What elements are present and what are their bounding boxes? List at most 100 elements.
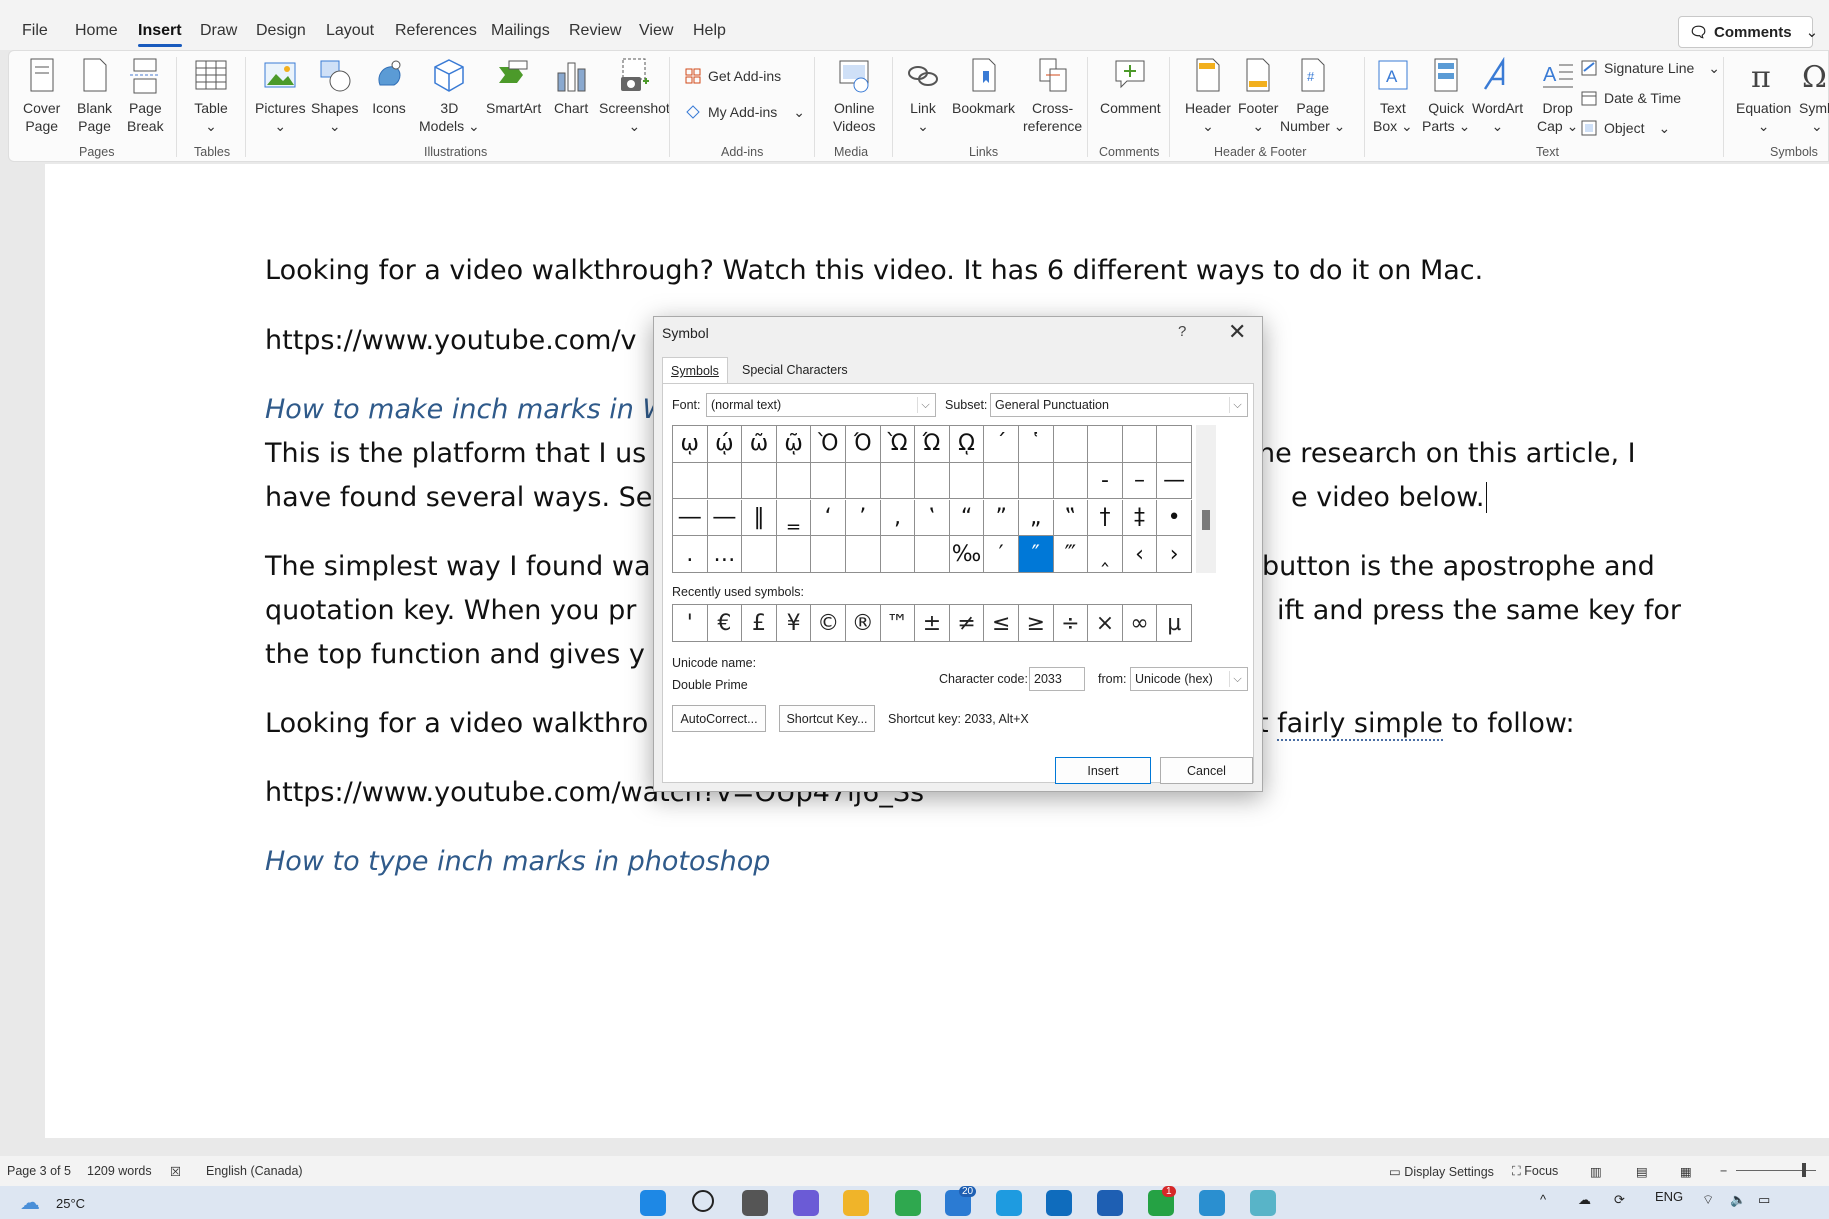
symbol-cell[interactable]: ― [707, 499, 743, 537]
page-number-button[interactable]: # Page Number ⌄ [1280, 57, 1345, 135]
comment-button[interactable]: Comment [1100, 57, 1161, 117]
wifi-icon[interactable]: ⌔ [1702, 1192, 1714, 1208]
language-indicator[interactable]: English (Canada) [206, 1164, 303, 1178]
store-icon[interactable]: 20 [945, 1186, 977, 1216]
tab-design[interactable]: Design [256, 22, 306, 40]
3d-models-button[interactable]: 3D Models ⌄ [419, 57, 480, 135]
subset-select[interactable]: General Punctuation ⌵ [990, 393, 1248, 417]
proofing-icon[interactable]: ☒ [170, 1164, 181, 1179]
symbol-cell[interactable] [915, 462, 950, 500]
zoom-slider-thumb[interactable] [1802, 1163, 1806, 1177]
symbol-cell[interactable] [846, 536, 881, 573]
symbol-cell[interactable]: „ [1019, 499, 1054, 537]
symbol-cell[interactable] [707, 462, 743, 500]
file-explorer-icon[interactable] [843, 1190, 869, 1216]
symbol-cell[interactable]: ‴ [1053, 536, 1089, 573]
symbol-cell[interactable]: ‘ [811, 499, 846, 537]
symbol-cell[interactable]: ‟ [1053, 499, 1089, 537]
quick-parts-button[interactable]: Quick Parts ⌄ [1422, 57, 1470, 135]
symbol-cell[interactable] [811, 462, 846, 500]
insert-button[interactable]: Insert [1055, 757, 1151, 784]
recent-symbol-cell[interactable]: × [1088, 605, 1123, 642]
symbol-cell[interactable]: ‗ [776, 499, 812, 537]
close-icon[interactable]: ✕ [1228, 319, 1246, 345]
symbol-cell[interactable]: ῼ [949, 426, 985, 463]
character-code-input[interactable]: 2033 [1029, 667, 1085, 691]
outlook-icon[interactable] [1046, 1190, 1072, 1216]
symbol-cell[interactable] [880, 462, 916, 500]
grammar-flag-fairly-simple[interactable]: fairly simple [1277, 708, 1444, 741]
symbol-cell[interactable] [1088, 426, 1123, 463]
get-addins-button[interactable]: Get Add-ins [684, 67, 781, 85]
tab-review[interactable]: Review [569, 22, 621, 40]
icons-button[interactable]: Icons [372, 57, 406, 117]
symbol-cell[interactable]: ′ [984, 536, 1019, 573]
print-layout-icon[interactable]: ▤ [1636, 1164, 1648, 1179]
weather-temperature[interactable]: 25°C [56, 1196, 85, 1211]
footer-button[interactable]: Footer ⌄ [1238, 57, 1278, 135]
symbol-cell[interactable]: ‸ [1088, 536, 1123, 573]
symbol-cell[interactable]: ″ [1019, 536, 1054, 573]
autocorrect-button[interactable]: AutoCorrect... [672, 705, 766, 732]
recent-symbol-cell[interactable]: ≠ [949, 605, 985, 642]
blank-page-button[interactable]: Blank Page [77, 57, 112, 135]
notepad-icon[interactable] [1250, 1190, 1276, 1216]
symbol-cell[interactable] [1053, 462, 1089, 500]
symbol-cell[interactable]: ‖ [742, 499, 777, 537]
task-view-icon[interactable] [742, 1190, 768, 1216]
scrollbar-thumb[interactable] [1202, 510, 1210, 530]
recent-symbol-cell[interactable]: ∞ [1122, 605, 1158, 642]
signature-line-button[interactable]: Signature Line ⌄ [1580, 59, 1720, 77]
cover-page-button[interactable]: Cover Page [23, 57, 60, 135]
recent-symbol-cell[interactable]: © [811, 605, 846, 642]
symbol-cell[interactable]: ‡ [1122, 499, 1158, 537]
tab-insert[interactable]: Insert [138, 22, 182, 47]
symbol-cell[interactable]: • [1157, 499, 1192, 537]
display-settings-button[interactable]: ▭ Display Settings [1389, 1164, 1494, 1179]
symbol-cell[interactable]: ῶ [742, 426, 777, 463]
wordart-button[interactable]: WordArt ⌄ [1472, 57, 1523, 135]
symbol-cell[interactable]: ― [673, 499, 708, 537]
search-icon[interactable] [692, 1190, 714, 1212]
word-count[interactable]: 1209 words [87, 1164, 152, 1178]
recent-symbol-cell[interactable]: ' [673, 605, 708, 642]
tab-home[interactable]: Home [75, 22, 118, 40]
from-select[interactable]: Unicode (hex) ⌵ [1130, 667, 1248, 691]
drop-cap-button[interactable]: A Drop Cap ⌄ [1537, 57, 1578, 135]
symbol-cell[interactable]: ῳ [673, 426, 708, 463]
recent-symbol-cell[interactable]: ≤ [984, 605, 1019, 642]
symbol-cell[interactable] [811, 536, 846, 573]
tab-file[interactable]: File [22, 22, 48, 40]
word-icon[interactable] [1097, 1190, 1123, 1216]
recent-symbol-cell[interactable]: € [707, 605, 743, 642]
header-button[interactable]: Header ⌄ [1185, 57, 1231, 135]
symbol-cell[interactable] [1122, 426, 1158, 463]
symbol-cell[interactable] [880, 536, 916, 573]
symbol-button[interactable]: Ω Symb ⌄ [1799, 57, 1829, 135]
symbol-cell[interactable]: ‚ [880, 499, 916, 537]
tab-mailings[interactable]: Mailings [491, 22, 550, 40]
web-layout-icon[interactable]: ▦ [1680, 1164, 1692, 1179]
page-break-button[interactable]: Page Break [127, 57, 164, 135]
pictures-button[interactable]: Pictures ⌄ [255, 57, 306, 135]
recent-symbol-cell[interactable]: µ [1157, 605, 1192, 642]
tab-symbols[interactable]: Symbols [662, 357, 728, 383]
zoom-out-icon[interactable]: − [1720, 1164, 1727, 1178]
sync-icon[interactable]: ⟳ [1614, 1192, 1625, 1208]
symbol-cell[interactable]: — [1157, 462, 1192, 500]
symbol-cell[interactable] [673, 462, 708, 500]
symbol-cell[interactable] [1019, 462, 1054, 500]
my-addins-button[interactable]: My Add-ins ⌄ [684, 103, 805, 121]
link-button[interactable]: Link ⌄ [906, 57, 940, 135]
onedrive-icon[interactable]: ☁ [1578, 1192, 1591, 1208]
symbol-cell[interactable] [846, 462, 881, 500]
shapes-button[interactable]: Shapes ⌄ [311, 57, 358, 135]
symbol-cell[interactable]: ‐ [1088, 462, 1123, 500]
symbol-cell[interactable]: ․ [673, 536, 708, 573]
smartart-button[interactable]: SmartArt [486, 57, 541, 117]
symbol-cell[interactable]: … [707, 536, 743, 573]
photos-icon[interactable] [1199, 1190, 1225, 1216]
symbol-cell[interactable]: Ώ [915, 426, 950, 463]
recent-symbol-cell[interactable]: ± [915, 605, 950, 642]
symbol-cell[interactable] [984, 462, 1019, 500]
